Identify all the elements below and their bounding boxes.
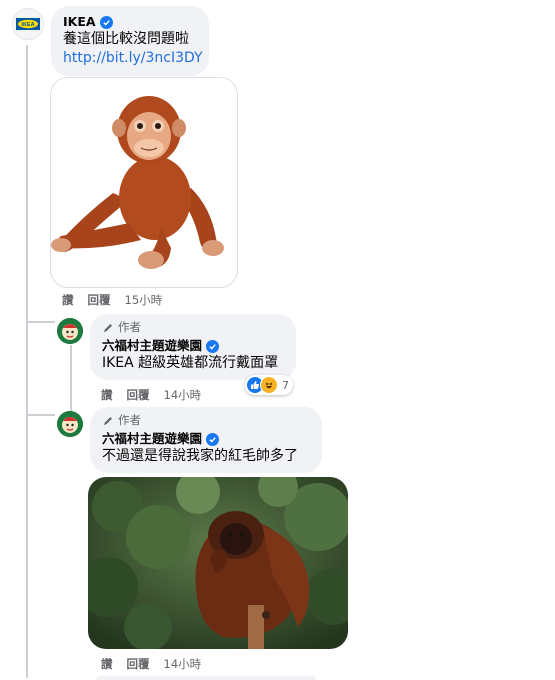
reply-text: 不過還是得說我家的紅毛帥多了 (102, 448, 298, 464)
comment-text: 養這個比較沒問題啦 (63, 31, 189, 47)
thread-line-reply-1 (70, 345, 72, 415)
timestamp[interactable]: 14小時 (164, 657, 202, 671)
reply-bubble-1: 作者 六福村主題遊樂園 IKEA 超級英雄都流行戴面罩 (90, 314, 296, 380)
orangutan-photo (88, 477, 348, 649)
verified-icon (206, 339, 220, 353)
comment-bubble-ikea: IKEA 養這個比較沒問題啦 http://bit.ly/3ncI3DY (51, 6, 209, 76)
verified-icon (206, 432, 220, 446)
reply-actions-1: 讚 回覆 14小時 (101, 388, 201, 402)
reply-button[interactable]: 回覆 (88, 293, 111, 307)
reply-author[interactable]: 六福村主題遊樂園 (102, 338, 202, 354)
comment-image-plush[interactable] (50, 77, 238, 288)
plush-orangutan-image (51, 78, 237, 287)
like-button[interactable]: 讚 (101, 657, 113, 671)
reply-actions-2: 讚 回覆 14小時 (101, 657, 201, 671)
thread-line-branch-1 (27, 321, 55, 323)
reply-image-orangutan[interactable] (88, 477, 348, 649)
like-button[interactable]: 讚 (62, 293, 74, 307)
comment-author[interactable]: IKEA (63, 14, 96, 30)
reply-bubble-2: 作者 六福村主題遊樂園 不過還是得說我家的紅毛帥多了 (90, 407, 322, 473)
ikea-avatar[interactable]: IKEA (12, 8, 44, 40)
reply-author[interactable]: 六福村主題遊樂園 (102, 431, 202, 447)
timestamp[interactable]: 15小時 (125, 293, 163, 307)
timestamp[interactable]: 14小時 (164, 388, 202, 402)
next-bubble-edge (96, 676, 316, 680)
reply-button[interactable]: 回覆 (127, 388, 150, 402)
comment-link[interactable]: http://bit.ly/3ncI3DY (63, 49, 203, 68)
like-button[interactable]: 讚 (101, 388, 113, 402)
ikea-logo: IKEA (16, 18, 40, 30)
thread-line-branch-2 (27, 414, 55, 416)
leofoo-avatar[interactable] (57, 318, 83, 344)
thread-line-main (26, 45, 28, 678)
author-badge: 作者 (118, 413, 141, 427)
reply-text: IKEA 超級英雄都流行戴面罩 (102, 355, 279, 371)
leofoo-avatar[interactable] (57, 411, 83, 437)
reaction-count: 7 (282, 378, 289, 392)
comment-actions-1: 讚 回覆 15小時 (62, 293, 162, 307)
pencil-icon (104, 323, 112, 332)
reaction-summary[interactable]: 7 (245, 375, 293, 395)
reply-button[interactable]: 回覆 (127, 657, 150, 671)
author-badge: 作者 (118, 320, 141, 334)
svg-text:IKEA: IKEA (21, 22, 34, 28)
pencil-icon (104, 416, 112, 425)
verified-icon (99, 15, 113, 29)
haha-reaction-icon (260, 376, 278, 394)
